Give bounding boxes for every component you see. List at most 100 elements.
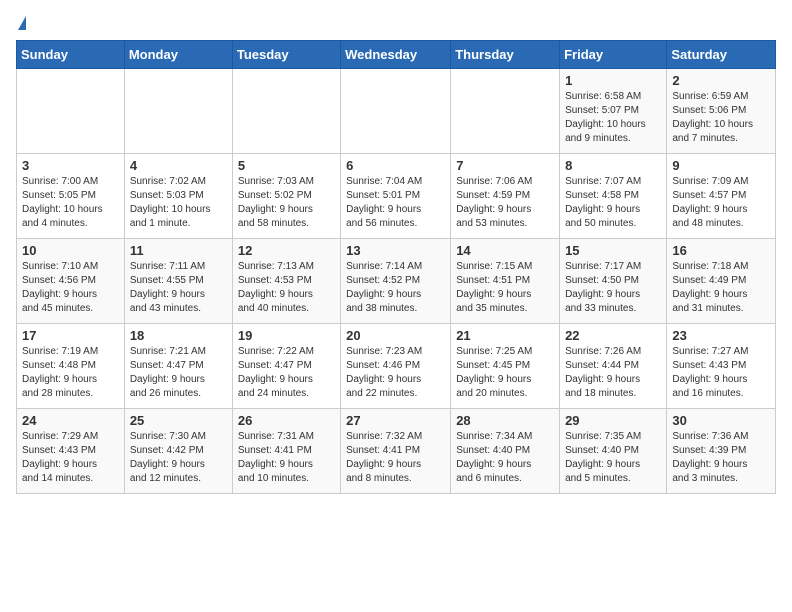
calendar-cell: 25Sunrise: 7:30 AM Sunset: 4:42 PM Dayli… [124,409,232,494]
day-info: Sunrise: 7:23 AM Sunset: 4:46 PM Dayligh… [346,345,445,401]
calendar-cell: 2 Sunrise: 6:59 AM Sunset: 5:06 PM Daylig… [667,69,776,154]
day-number: 19 [238,328,335,343]
header-day-monday: Monday [124,41,232,69]
calendar-cell [232,69,340,154]
day-number: 16 [672,243,770,258]
calendar-cell [124,69,232,154]
page-header [16,16,776,30]
day-info: Sunrise: 7:27 AM Sunset: 4:43 PM Dayligh… [672,345,770,401]
day-info: Sunrise: 7:10 AM Sunset: 4:56 PM Dayligh… [22,260,119,316]
calendar-cell: 29Sunrise: 7:35 AM Sunset: 4:40 PM Dayli… [560,409,667,494]
day-number: 4 [130,158,227,173]
day-number: 27 [346,413,445,428]
day-info: Sunrise: 7:04 AM Sunset: 5:01 PM Dayligh… [346,175,445,231]
day-info: Sunrise: 7:29 AM Sunset: 4:43 PM Dayligh… [22,430,119,486]
calendar-cell: 11 Sunrise: 7:11 AM Sunset: 4:55 PM Dayli… [124,239,232,324]
day-number: 8 [565,158,661,173]
day-info: Sunrise: 7:03 AM Sunset: 5:02 PM Dayligh… [238,175,335,231]
day-info: Sunrise: 7:06 AM Sunset: 4:59 PM Dayligh… [456,175,554,231]
calendar-cell: 20 Sunrise: 7:23 AM Sunset: 4:46 PM Dayli… [341,324,451,409]
day-info: Sunrise: 7:14 AM Sunset: 4:52 PM Dayligh… [346,260,445,316]
calendar-cell: 15Sunrise: 7:17 AM Sunset: 4:50 PM Dayli… [560,239,667,324]
calendar-cell: 21Sunrise: 7:25 AM Sunset: 4:45 PM Dayli… [451,324,560,409]
day-info: Sunrise: 6:59 AM Sunset: 5:06 PM Dayligh… [672,90,770,146]
day-info: Sunrise: 7:18 AM Sunset: 4:49 PM Dayligh… [672,260,770,316]
calendar-cell [341,69,451,154]
day-number: 12 [238,243,335,258]
day-number: 21 [456,328,554,343]
day-info: Sunrise: 6:58 AM Sunset: 5:07 PM Dayligh… [565,90,661,146]
day-number: 24 [22,413,119,428]
day-number: 28 [456,413,554,428]
calendar-cell [451,69,560,154]
day-info: Sunrise: 7:36 AM Sunset: 4:39 PM Dayligh… [672,430,770,486]
day-info: Sunrise: 7:09 AM Sunset: 4:57 PM Dayligh… [672,175,770,231]
calendar-header: SundayMondayTuesdayWednesdayThursdayFrid… [17,41,776,69]
calendar-cell: 16 Sunrise: 7:18 AM Sunset: 4:49 PM Dayli… [667,239,776,324]
day-info: Sunrise: 7:21 AM Sunset: 4:47 PM Dayligh… [130,345,227,401]
calendar-cell: 27 Sunrise: 7:32 AM Sunset: 4:41 PM Dayli… [341,409,451,494]
day-info: Sunrise: 7:02 AM Sunset: 5:03 PM Dayligh… [130,175,227,231]
logo-triangle-icon [18,16,26,30]
calendar-cell: 26 Sunrise: 7:31 AM Sunset: 4:41 PM Dayli… [232,409,340,494]
day-number: 15 [565,243,661,258]
calendar-cell: 30 Sunrise: 7:36 AM Sunset: 4:39 PM Dayli… [667,409,776,494]
calendar-cell: 6 Sunrise: 7:04 AM Sunset: 5:01 PM Daylig… [341,154,451,239]
day-number: 14 [456,243,554,258]
header-day-saturday: Saturday [667,41,776,69]
calendar-cell: 4 Sunrise: 7:02 AM Sunset: 5:03 PM Daylig… [124,154,232,239]
day-info: Sunrise: 7:26 AM Sunset: 4:44 PM Dayligh… [565,345,661,401]
week-row-3: 10Sunrise: 7:10 AM Sunset: 4:56 PM Dayli… [17,239,776,324]
day-number: 5 [238,158,335,173]
calendar-cell: 14Sunrise: 7:15 AM Sunset: 4:51 PM Dayli… [451,239,560,324]
day-number: 20 [346,328,445,343]
day-number: 26 [238,413,335,428]
day-number: 1 [565,73,661,88]
calendar-cell: 24 Sunrise: 7:29 AM Sunset: 4:43 PM Dayli… [17,409,125,494]
day-info: Sunrise: 7:19 AM Sunset: 4:48 PM Dayligh… [22,345,119,401]
day-info: Sunrise: 7:11 AM Sunset: 4:55 PM Dayligh… [130,260,227,316]
day-number: 30 [672,413,770,428]
header-day-friday: Friday [560,41,667,69]
header-day-thursday: Thursday [451,41,560,69]
day-number: 2 [672,73,770,88]
week-row-5: 24 Sunrise: 7:29 AM Sunset: 4:43 PM Dayli… [17,409,776,494]
day-number: 17 [22,328,119,343]
day-number: 11 [130,243,227,258]
logo [16,16,26,30]
calendar-cell: 9Sunrise: 7:09 AM Sunset: 4:57 PM Daylig… [667,154,776,239]
day-number: 25 [130,413,227,428]
day-number: 6 [346,158,445,173]
day-info: Sunrise: 7:31 AM Sunset: 4:41 PM Dayligh… [238,430,335,486]
day-info: Sunrise: 7:07 AM Sunset: 4:58 PM Dayligh… [565,175,661,231]
calendar-cell: 13 Sunrise: 7:14 AM Sunset: 4:52 PM Dayli… [341,239,451,324]
calendar-cell: 17 Sunrise: 7:19 AM Sunset: 4:48 PM Dayli… [17,324,125,409]
day-info: Sunrise: 7:00 AM Sunset: 5:05 PM Dayligh… [22,175,119,231]
calendar-cell: 1 Sunrise: 6:58 AM Sunset: 5:07 PM Daylig… [560,69,667,154]
day-number: 23 [672,328,770,343]
day-info: Sunrise: 7:34 AM Sunset: 4:40 PM Dayligh… [456,430,554,486]
calendar-cell: 7 Sunrise: 7:06 AM Sunset: 4:59 PM Daylig… [451,154,560,239]
day-info: Sunrise: 7:22 AM Sunset: 4:47 PM Dayligh… [238,345,335,401]
week-row-2: 3 Sunrise: 7:00 AM Sunset: 5:05 PM Daylig… [17,154,776,239]
header-day-tuesday: Tuesday [232,41,340,69]
day-number: 18 [130,328,227,343]
calendar-cell: 22Sunrise: 7:26 AM Sunset: 4:44 PM Dayli… [560,324,667,409]
calendar-cell: 23 Sunrise: 7:27 AM Sunset: 4:43 PM Dayli… [667,324,776,409]
calendar-cell: 28 Sunrise: 7:34 AM Sunset: 4:40 PM Dayli… [451,409,560,494]
header-row: SundayMondayTuesdayWednesdayThursdayFrid… [17,41,776,69]
day-info: Sunrise: 7:13 AM Sunset: 4:53 PM Dayligh… [238,260,335,316]
calendar-cell: 19 Sunrise: 7:22 AM Sunset: 4:47 PM Dayli… [232,324,340,409]
calendar-cell: 12 Sunrise: 7:13 AM Sunset: 4:53 PM Dayli… [232,239,340,324]
week-row-4: 17 Sunrise: 7:19 AM Sunset: 4:48 PM Dayli… [17,324,776,409]
calendar-cell: 3 Sunrise: 7:00 AM Sunset: 5:05 PM Daylig… [17,154,125,239]
header-day-wednesday: Wednesday [341,41,451,69]
day-info: Sunrise: 7:35 AM Sunset: 4:40 PM Dayligh… [565,430,661,486]
day-number: 13 [346,243,445,258]
day-info: Sunrise: 7:32 AM Sunset: 4:41 PM Dayligh… [346,430,445,486]
calendar-cell: 10Sunrise: 7:10 AM Sunset: 4:56 PM Dayli… [17,239,125,324]
day-number: 3 [22,158,119,173]
day-number: 7 [456,158,554,173]
header-day-sunday: Sunday [17,41,125,69]
calendar-cell: 5 Sunrise: 7:03 AM Sunset: 5:02 PM Daylig… [232,154,340,239]
